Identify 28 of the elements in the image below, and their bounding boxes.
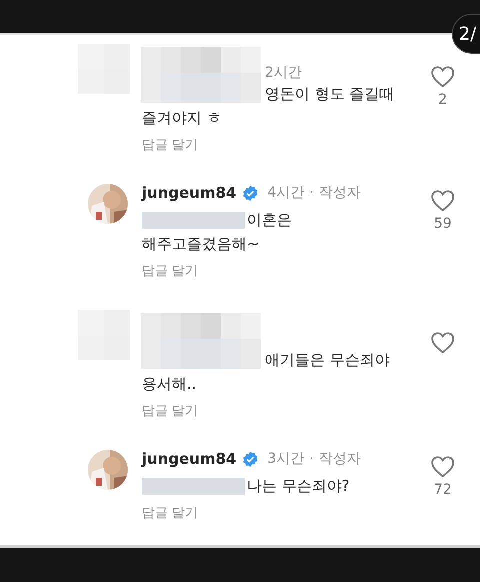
comment-text: 애기들은 무슨죄야 — [265, 350, 390, 371]
heart-icon[interactable] — [431, 190, 455, 212]
author-label: 작성자 — [318, 184, 361, 202]
comment-text: 해주고즐겼음해~ — [142, 234, 260, 255]
username[interactable]: jungeum84 — [142, 450, 237, 468]
like-count: 59 — [434, 216, 452, 232]
comment-text: 영돈이 형도 즐길때 — [265, 84, 395, 105]
comment-time: 2시간 — [265, 64, 303, 82]
comment-text: 이혼은 — [247, 210, 292, 231]
reply-link[interactable]: 답글 달기 — [142, 262, 198, 280]
heart-icon[interactable] — [431, 332, 455, 354]
page-indicator: 2/ — [452, 14, 480, 54]
reply-link[interactable]: 답글 달기 — [142, 136, 198, 154]
reply-link[interactable]: 답글 달기 — [142, 402, 198, 420]
comment-time: 4시간 — [268, 184, 305, 202]
author-label: 작성자 — [318, 450, 361, 468]
comment-text: 즐겨야지 ㅎ — [142, 108, 222, 129]
heart-icon[interactable] — [431, 456, 455, 478]
like-count: 72 — [434, 482, 452, 498]
username[interactable]: jungeum84 — [142, 184, 237, 202]
like-count: 2 — [438, 92, 448, 108]
comment-text: 용서해.. — [142, 374, 197, 395]
reply-link[interactable]: 답글 달기 — [142, 504, 198, 522]
heart-icon[interactable] — [431, 66, 455, 88]
separator-dot: · — [310, 451, 314, 467]
comment-time: 3시간 — [268, 450, 305, 468]
comment-text: 나는 무슨죄야? — [247, 476, 350, 497]
separator-dot: · — [310, 185, 314, 201]
